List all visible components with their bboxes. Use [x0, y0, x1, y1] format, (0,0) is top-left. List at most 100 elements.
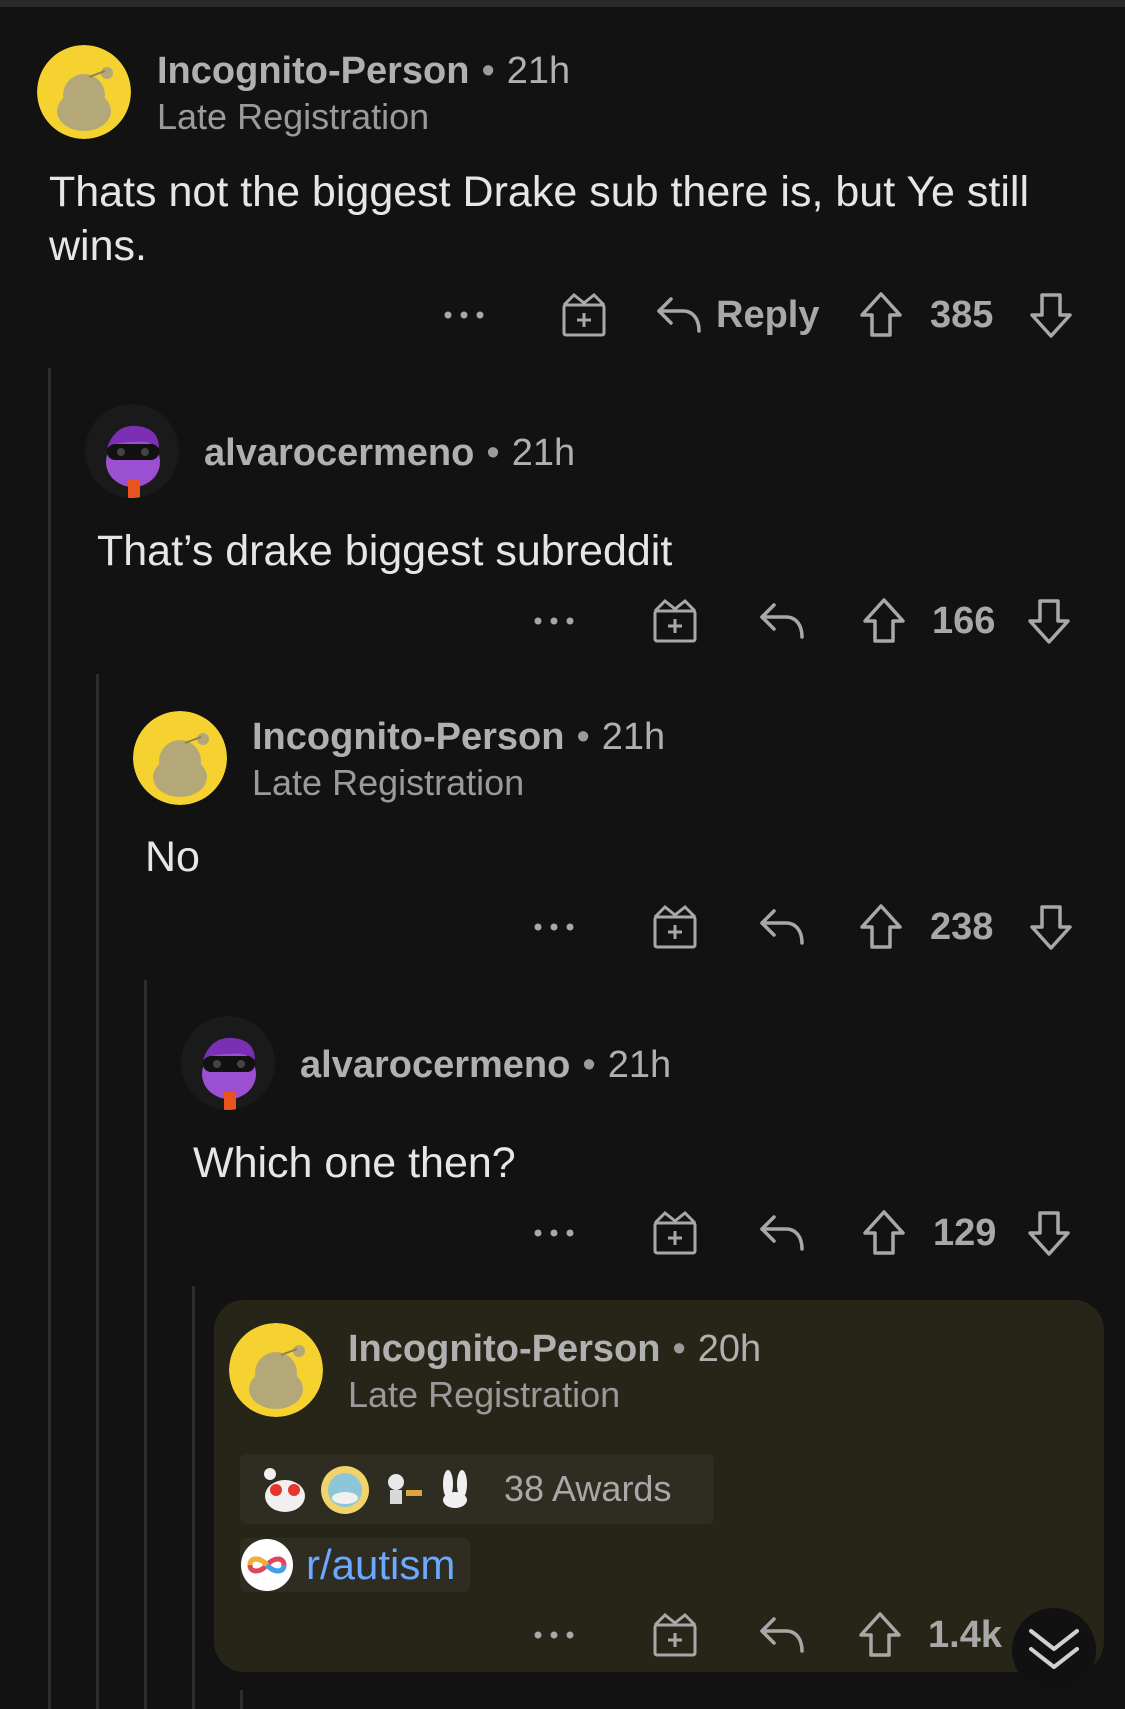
- user-flair: Late Registration: [348, 1374, 621, 1415]
- award-button[interactable]: [651, 1203, 699, 1263]
- comment-actions: 166: [0, 591, 1125, 651]
- downvote-icon: [1028, 599, 1070, 644]
- awards-bar[interactable]: 38 Awards: [240, 1454, 714, 1524]
- more-options-button[interactable]: [530, 897, 580, 957]
- separator: •: [582, 1044, 596, 1086]
- upvote-icon: [860, 292, 902, 337]
- award-button[interactable]: [651, 897, 699, 957]
- username[interactable]: alvarocermeno: [204, 432, 474, 474]
- gift-award-icon: [653, 1210, 697, 1255]
- downvote-button[interactable]: [1028, 897, 1074, 957]
- reply-button[interactable]: [758, 591, 806, 651]
- timestamp: 21h: [506, 50, 571, 92]
- separator: •: [576, 716, 590, 758]
- award-button[interactable]: [651, 591, 699, 651]
- thread-line-1[interactable]: [48, 368, 51, 1709]
- purple-snoo-avatar[interactable]: [85, 404, 179, 498]
- downvote-icon: [1030, 905, 1072, 950]
- comment-actions: 238: [0, 897, 1125, 957]
- username[interactable]: Incognito-Person: [252, 716, 564, 758]
- comment-author[interactable]: alvarocermeno • 21h: [300, 1044, 671, 1087]
- reply-icon: [760, 1215, 804, 1251]
- more-icon: [534, 923, 574, 931]
- username[interactable]: Incognito-Person: [348, 1328, 660, 1370]
- subreddit-name[interactable]: r/autism: [306, 1538, 455, 1592]
- reply-button[interactable]: [758, 1605, 806, 1665]
- award-button[interactable]: [560, 285, 608, 345]
- more-options-button[interactable]: [530, 1605, 580, 1665]
- reply-button[interactable]: [758, 1203, 806, 1263]
- gift-award-icon: [653, 904, 697, 949]
- upvote-icon: [860, 904, 902, 949]
- award-button[interactable]: [651, 1605, 699, 1665]
- timestamp: 20h: [697, 1328, 762, 1370]
- upvote-icon: [863, 1210, 905, 1255]
- more-options-button[interactable]: [530, 1203, 580, 1263]
- upvote-icon: [863, 598, 905, 643]
- user-flair: Late Registration: [157, 96, 430, 137]
- more-icon: [444, 311, 484, 319]
- jump-next-comment-button[interactable]: [1012, 1608, 1096, 1692]
- separator: •: [672, 1328, 686, 1370]
- comment-author[interactable]: alvarocermeno • 21h: [204, 432, 575, 475]
- username[interactable]: Incognito-Person: [157, 50, 469, 92]
- upvote-button[interactable]: [861, 1203, 907, 1263]
- upvote-button[interactable]: [858, 897, 904, 957]
- separator: •: [486, 432, 500, 474]
- awards-count[interactable]: 38 Awards: [504, 1454, 671, 1524]
- reply-label[interactable]: Reply: [716, 285, 819, 345]
- snoo-avatar[interactable]: [229, 1323, 323, 1417]
- upvote-button[interactable]: [858, 285, 904, 345]
- more-icon: [534, 1631, 574, 1639]
- reply-button[interactable]: [758, 897, 806, 957]
- more-options-button[interactable]: [530, 591, 580, 651]
- comment-author[interactable]: Incognito-Person • 21h: [157, 50, 570, 93]
- timestamp: 21h: [601, 716, 666, 758]
- downvote-button[interactable]: [1028, 285, 1074, 345]
- reply-icon: [760, 603, 804, 639]
- heart-eyes-award-icon: [264, 1468, 305, 1512]
- vote-count: 385: [930, 294, 994, 336]
- reply-button[interactable]: [655, 285, 703, 345]
- comment-body: That’s drake biggest subreddit: [97, 527, 673, 575]
- comment-body: Thats not the biggest Drake sub there is…: [49, 168, 1030, 270]
- upvote-button[interactable]: [857, 1605, 903, 1665]
- downvote-button[interactable]: [1026, 591, 1072, 651]
- timestamp: 21h: [607, 1044, 672, 1086]
- chevron-down-icon: [1029, 1629, 1079, 1669]
- thread-line-2[interactable]: [96, 674, 99, 1709]
- comment-author[interactable]: Incognito-Person • 21h: [252, 716, 665, 759]
- gift-award-icon: [562, 292, 606, 337]
- purple-snoo-avatar[interactable]: [181, 1016, 275, 1110]
- vote-count: 1.4k: [928, 1614, 1002, 1656]
- vote-count: 238: [930, 906, 994, 948]
- upvote-button[interactable]: [861, 591, 907, 651]
- thread-line-5[interactable]: [240, 1690, 243, 1709]
- award-icons: [264, 1466, 467, 1514]
- subreddit-link[interactable]: r/autism: [240, 1538, 470, 1592]
- reply-icon: [760, 909, 804, 945]
- top-divider: [0, 0, 1125, 7]
- reply-icon: [760, 1617, 804, 1653]
- downvote-button[interactable]: [1026, 1203, 1072, 1263]
- gift-award-icon: [653, 598, 697, 643]
- skeleton-award-icon: [388, 1474, 422, 1504]
- infinity-icon: [241, 1539, 293, 1591]
- comment-body: Which one then?: [193, 1139, 516, 1187]
- comment-actions: 1.4k: [0, 1605, 1125, 1665]
- gift-award-icon: [653, 1612, 697, 1657]
- sun-award-icon: [321, 1466, 369, 1514]
- snoo-avatar[interactable]: [37, 45, 131, 139]
- username[interactable]: alvarocermeno: [300, 1044, 570, 1086]
- reply-icon: [657, 297, 701, 333]
- snoo-avatar[interactable]: [133, 711, 227, 805]
- vote-count: 166: [932, 600, 996, 642]
- timestamp: 21h: [511, 432, 576, 474]
- thread-line-3[interactable]: [144, 980, 147, 1709]
- vote-count: 129: [933, 1212, 997, 1254]
- comment-actions: Reply 385: [0, 285, 1125, 345]
- bunny-award-icon: [443, 1470, 467, 1508]
- more-options-button[interactable]: [440, 285, 490, 345]
- comment-body: No: [145, 833, 200, 881]
- comment-author[interactable]: Incognito-Person • 20h: [348, 1328, 761, 1371]
